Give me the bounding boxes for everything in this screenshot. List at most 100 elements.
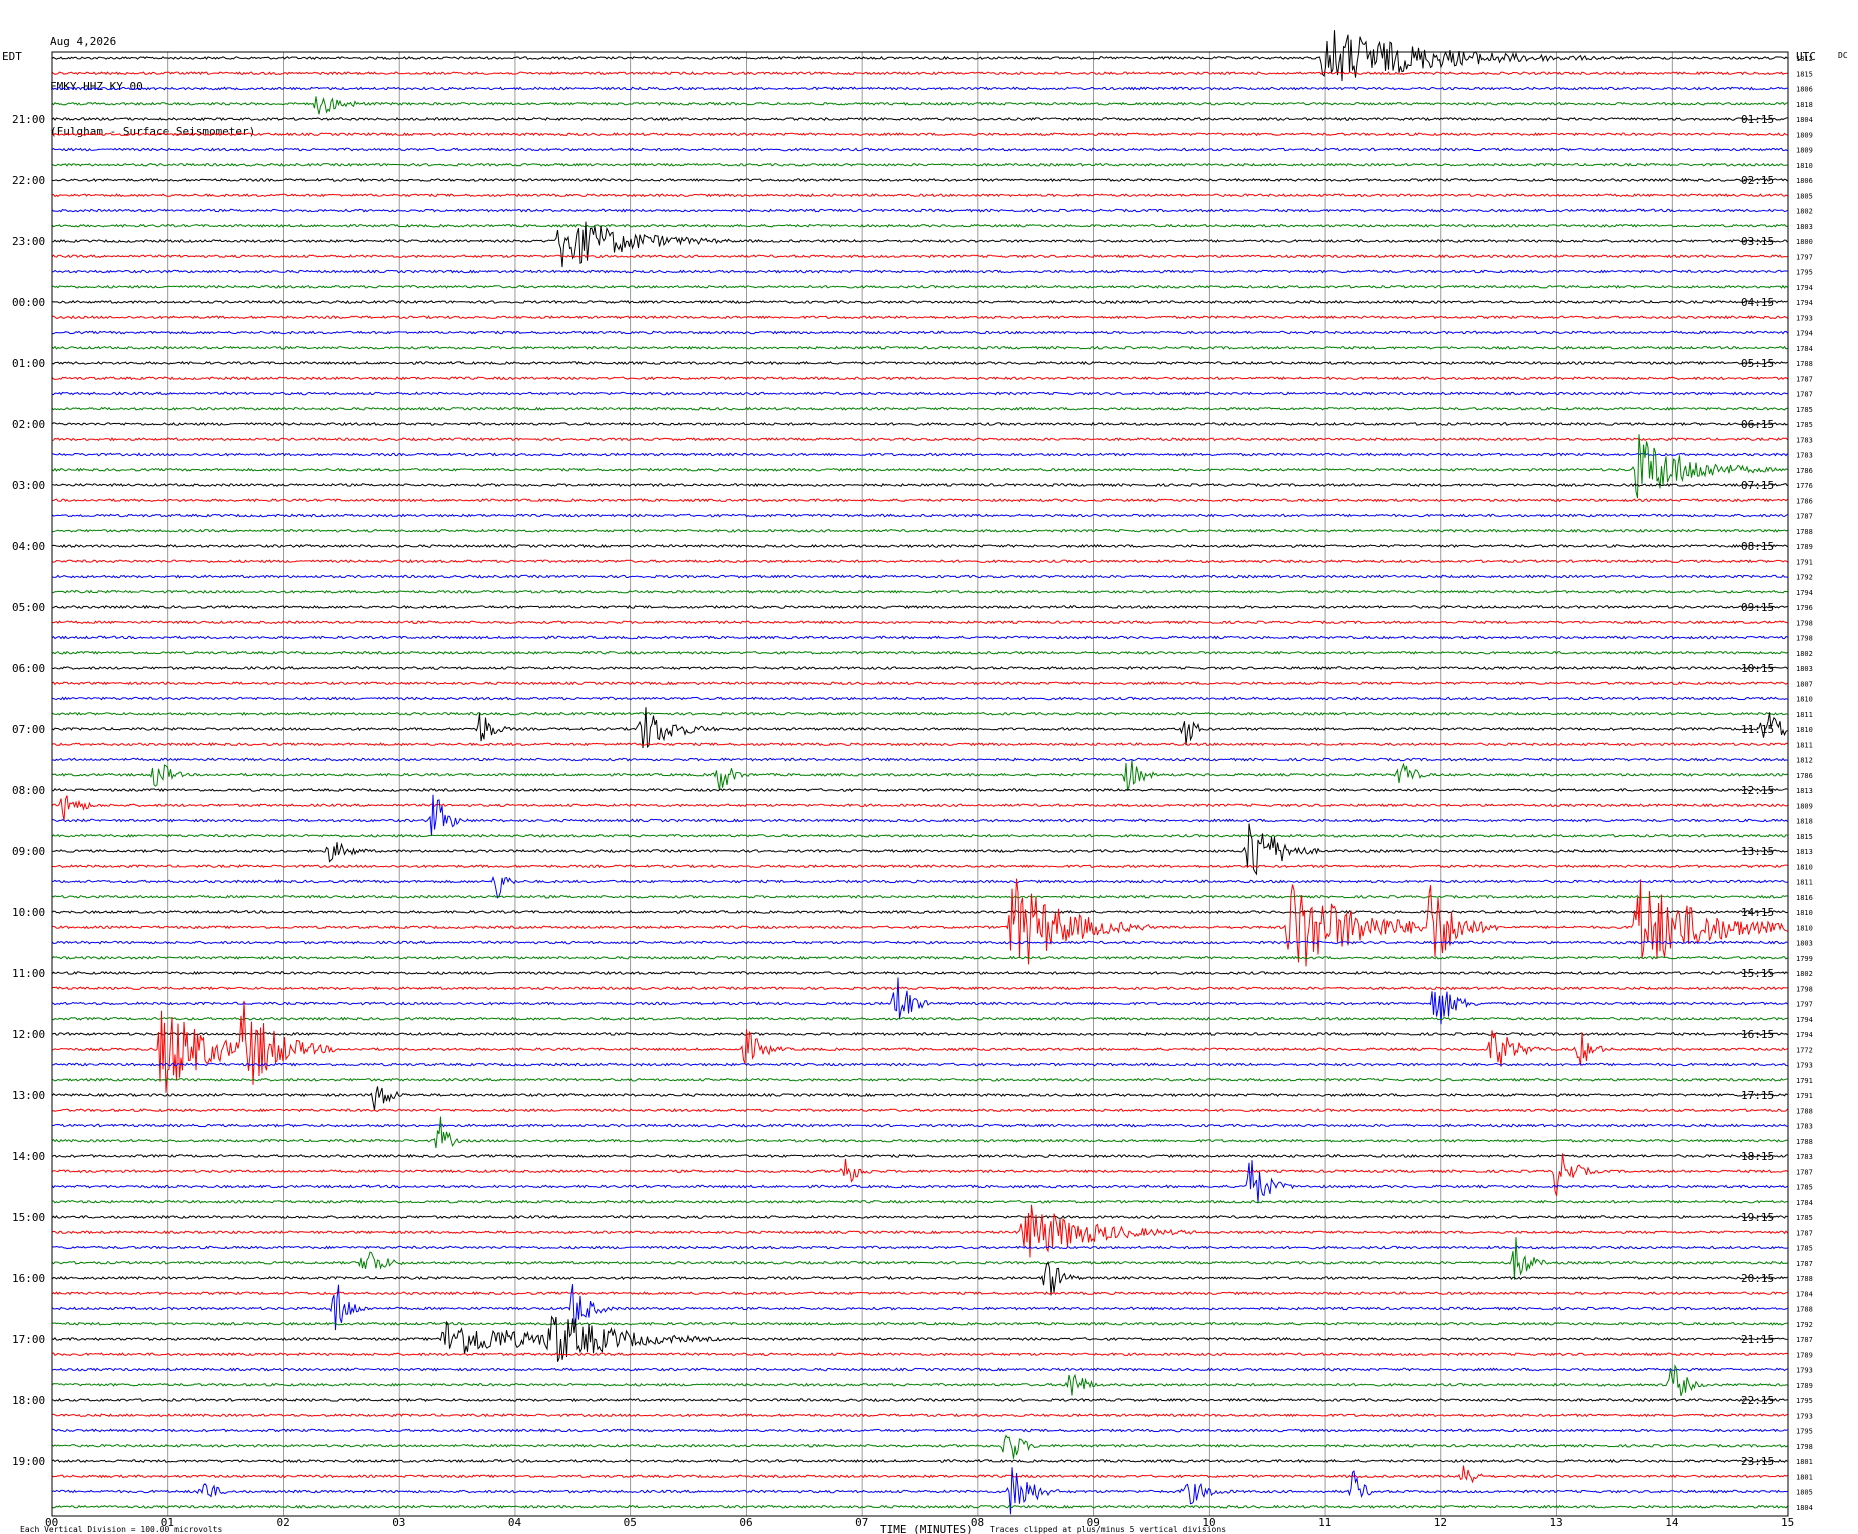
trace-line <box>51 1062 1788 1067</box>
trace-line <box>51 1291 1788 1296</box>
dc-offset-label: 1784 <box>1796 1290 1813 1298</box>
trace-line <box>51 1352 1788 1357</box>
trace-line <box>51 795 1788 821</box>
dc-offset-label: 1795 <box>1796 1397 1813 1405</box>
left-hour-label: 21:00 <box>12 113 45 126</box>
trace-line <box>51 604 1788 610</box>
dc-offset-label: 1798 <box>1796 635 1813 643</box>
dc-offset-label: 1788 <box>1796 1306 1813 1314</box>
dc-offset-label: 1801 <box>1796 1458 1813 1466</box>
dc-offset-label: 1815 <box>1796 833 1813 841</box>
trace-line <box>52 875 1788 899</box>
trace-line <box>51 1153 1788 1196</box>
trace-line <box>51 1321 1788 1326</box>
left-hour-label: 06:00 <box>12 662 45 675</box>
trace-line <box>51 589 1788 594</box>
x-tick-label: 05 <box>624 1516 637 1529</box>
dc-offset-label: 1785 <box>1796 406 1813 414</box>
trace-line <box>51 574 1788 579</box>
right-hour-label: 09:15 <box>1741 601 1774 614</box>
left-hour-label: 00:00 <box>12 296 45 309</box>
dc-offset-label: 1797 <box>1796 1001 1813 1009</box>
left-hour-label: 18:00 <box>12 1394 45 1407</box>
trace-line <box>51 116 1788 122</box>
dc-offset-label: 1786 <box>1796 772 1813 780</box>
right-hour-label: 06:15 <box>1741 418 1774 431</box>
trace-line <box>52 1199 1788 1204</box>
trace-line <box>51 434 1788 499</box>
trace-line <box>51 559 1788 564</box>
dc-offset-label: 1792 <box>1796 574 1813 582</box>
trace-line <box>51 742 1788 747</box>
x-tick-label: 12 <box>1434 1516 1447 1529</box>
dc-offset-label: 1787 <box>1796 513 1813 521</box>
trace-line <box>51 254 1788 259</box>
dc-offset-label: 1798 <box>1796 1443 1813 1451</box>
dc-offset-label: 1791 <box>1796 1092 1813 1100</box>
right-hour-label: 21:15 <box>1741 1333 1774 1346</box>
trace-line <box>51 132 1788 137</box>
trace-line <box>51 360 1788 366</box>
right-hour-label: 22:15 <box>1741 1394 1774 1407</box>
trace-line <box>51 1077 1788 1082</box>
dc-offset-label: 1789 <box>1796 1382 1813 1390</box>
left-hour-label: 10:00 <box>12 906 45 919</box>
dc-offset-label: 1792 <box>1796 1321 1813 1329</box>
x-tick-label: 03 <box>392 1516 405 1529</box>
dc-offset-label: 1796 <box>1796 604 1813 612</box>
dc-offset-label: 1802 <box>1796 650 1813 658</box>
dc-offset-label: 1783 <box>1796 452 1813 460</box>
dc-offset-label: 1785 <box>1796 1214 1813 1222</box>
dc-offset-label: 1815 <box>1796 70 1813 78</box>
dc-offset-label: 1800 <box>1796 238 1813 246</box>
x-tick-label: 13 <box>1550 1516 1563 1529</box>
trace-line <box>51 1153 1788 1159</box>
right-hour-label: 17:15 <box>1741 1089 1774 1102</box>
left-hour-label: 23:00 <box>12 235 45 248</box>
trace-line <box>51 970 1788 975</box>
trace-line <box>51 955 1788 960</box>
dc-offset-label: 1789 <box>1796 543 1813 551</box>
x-tick-label: 02 <box>276 1516 289 1529</box>
left-hour-label: 17:00 <box>12 1333 45 1346</box>
trace-line <box>51 376 1788 381</box>
trace-line <box>51 86 1788 91</box>
dc-offset-label: 1788 <box>1796 1138 1813 1146</box>
dc-offset-label: 1786 <box>1796 497 1813 505</box>
trace-line <box>51 1108 1788 1113</box>
right-hour-label: 03:15 <box>1741 235 1774 248</box>
x-tick-label: 11 <box>1318 1516 1331 1529</box>
trace-line <box>52 269 1788 274</box>
dc-offset-label: 1787 <box>1796 1336 1813 1344</box>
trace-line <box>51 1413 1788 1418</box>
trace-line <box>51 193 1788 198</box>
trace-line <box>51 221 1788 268</box>
dc-offset-label: 1803 <box>1796 223 1813 231</box>
right-hour-label: 14:15 <box>1741 906 1774 919</box>
dc-offset-label: 1788 <box>1796 1107 1813 1115</box>
trace-line <box>51 96 1788 115</box>
dc-offset-label: 1783 <box>1796 1153 1813 1161</box>
dc-offset-label: 1810 <box>1796 863 1813 871</box>
left-hour-label: 12:00 <box>12 1028 45 1041</box>
dc-offset-label: 1810 <box>1796 162 1813 170</box>
trace-line <box>51 1016 1788 1021</box>
dc-offset-label: 1806 <box>1796 86 1813 94</box>
dc-offset-label: 1809 <box>1796 147 1813 155</box>
trace-line <box>51 71 1788 76</box>
trace-line <box>51 1237 1788 1280</box>
dc-offset-label: 1794 <box>1796 330 1813 338</box>
right-hour-label: 11:15 <box>1741 723 1774 736</box>
trace-line <box>51 391 1788 396</box>
trace-line <box>51 794 1788 836</box>
right-hour-label: 10:15 <box>1741 662 1774 675</box>
dc-offset-label: 1797 <box>1796 253 1813 261</box>
dc-offset-label: 1787 <box>1796 391 1813 399</box>
trace-line <box>51 1245 1788 1250</box>
dc-offset-label: 1798 <box>1796 619 1813 627</box>
dc-offset-label: 1809 <box>1796 802 1813 810</box>
right-hour-label: 08:15 <box>1741 540 1774 553</box>
trace-line <box>51 757 1788 762</box>
trace-line <box>51 1031 1788 1037</box>
trace-line <box>51 977 1788 1025</box>
